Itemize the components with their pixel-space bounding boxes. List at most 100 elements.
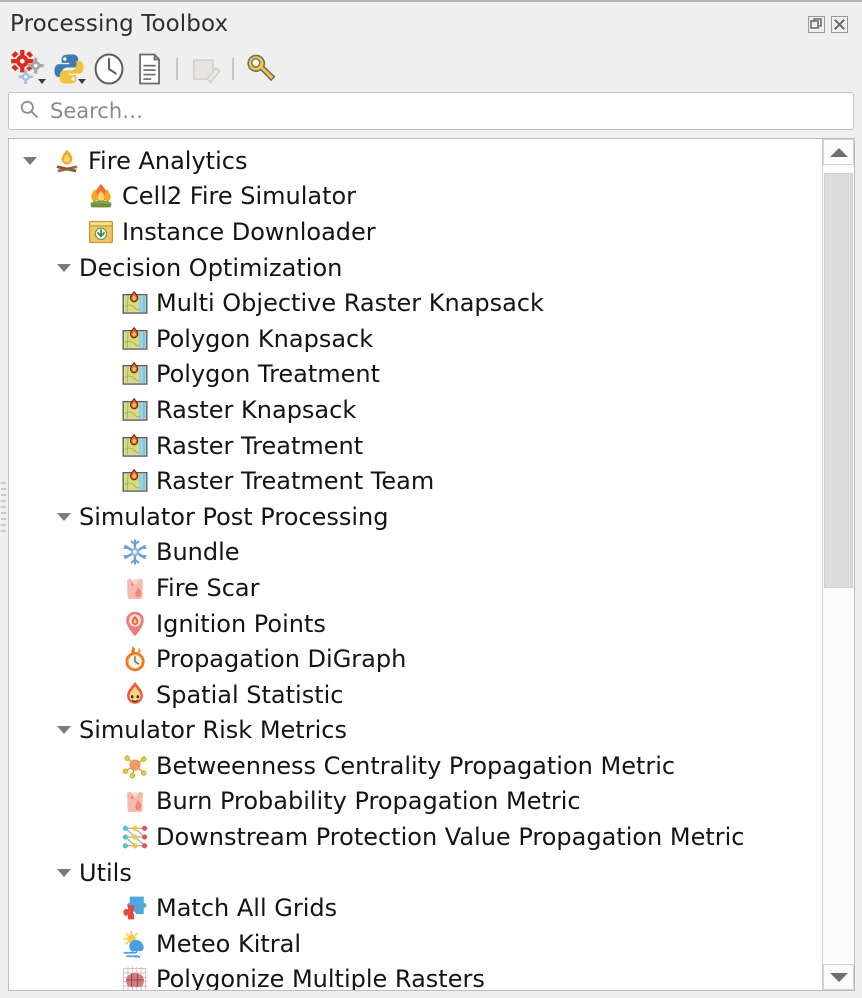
panel-titlebar: Processing Toolbox bbox=[0, 2, 862, 46]
tree-item-label: Simulator Risk Metrics bbox=[79, 716, 347, 745]
tree-item-label: Burn Probability Propagation Metric bbox=[156, 787, 581, 816]
tree-algorithm-row[interactable]: Polygonize Multiple Rasters bbox=[9, 962, 822, 990]
tree-item-label: Polygon Knapsack bbox=[156, 324, 374, 353]
tree-algorithm-row[interactable]: Multi Objective Raster Knapsack bbox=[9, 285, 822, 321]
tree-item-label: Meteo Kitral bbox=[156, 929, 302, 958]
tree-group-row[interactable]: Simulator Post Processing bbox=[9, 499, 822, 535]
tree-item-label: Match All Grids bbox=[156, 894, 338, 923]
fire-map-icon bbox=[121, 325, 149, 353]
tree-algorithm-row[interactable]: Polygon Treatment bbox=[9, 357, 822, 393]
search-icon bbox=[19, 99, 39, 123]
tree-algorithm-row[interactable]: Fire Scar bbox=[9, 570, 822, 606]
tree-algorithm-row[interactable]: Propagation DiGraph bbox=[9, 641, 822, 677]
fire-map-icon bbox=[121, 396, 149, 424]
chevron-down-icon[interactable] bbox=[23, 156, 37, 165]
chevron-down-icon[interactable] bbox=[57, 868, 71, 877]
tree-group-row[interactable]: Decision Optimization bbox=[9, 250, 822, 286]
campfire-icon bbox=[53, 147, 81, 175]
scroll-down-arrow[interactable] bbox=[823, 964, 854, 990]
processing-toolbox-panel: Processing Toolbox Search… Fire Analytic… bbox=[0, 0, 862, 998]
close-icon[interactable] bbox=[831, 15, 848, 33]
fire-face-icon bbox=[121, 681, 149, 709]
separator-2 bbox=[232, 58, 234, 80]
tree-group-row[interactable]: Utils bbox=[9, 855, 822, 891]
tree-algorithm-row[interactable]: Raster Treatment bbox=[9, 428, 822, 464]
panel-resize-handle[interactable] bbox=[1, 482, 6, 534]
titlebar-buttons bbox=[808, 15, 854, 33]
tree-item-label: Spatial Statistic bbox=[156, 680, 344, 709]
tree-algorithm-row[interactable]: Meteo Kitral bbox=[9, 926, 822, 962]
scroll-up-arrow[interactable] bbox=[823, 139, 854, 165]
tree-algorithm-row[interactable]: Polygon Knapsack bbox=[9, 321, 822, 357]
ignition-pin-icon bbox=[121, 610, 149, 638]
fire-map-icon bbox=[121, 360, 149, 388]
chevron-down-icon[interactable] bbox=[57, 726, 71, 735]
network-graph-icon bbox=[121, 823, 149, 851]
tree-group-row[interactable]: Simulator Risk Metrics bbox=[9, 713, 822, 749]
tree-item-label: Fire Scar bbox=[156, 573, 260, 602]
tree-item-label: Multi Objective Raster Knapsack bbox=[156, 289, 544, 318]
tree-item-label: Decision Optimization bbox=[79, 253, 343, 282]
edit-model-button[interactable] bbox=[186, 51, 224, 87]
tree-algorithm-row[interactable]: Ignition Points bbox=[9, 606, 822, 642]
toolbar bbox=[0, 46, 862, 92]
tree-item-label: Polygonize Multiple Rasters bbox=[156, 965, 485, 990]
weather-icon bbox=[121, 930, 149, 958]
tree-algorithm-row[interactable]: Match All Grids bbox=[9, 890, 822, 926]
search-input[interactable] bbox=[48, 98, 843, 124]
tree-algorithm-row[interactable]: Cell2 Fire Simulator bbox=[9, 179, 822, 215]
fire-clock-icon bbox=[121, 645, 149, 673]
fire-map-icon bbox=[121, 432, 149, 460]
history-button[interactable] bbox=[90, 51, 128, 87]
tree-item-label: Raster Treatment bbox=[156, 431, 364, 460]
tree-algorithm-row[interactable]: Betweenness Centrality Propagation Metri… bbox=[9, 748, 822, 784]
models-button[interactable] bbox=[10, 50, 48, 87]
tree-item-label: Ignition Points bbox=[156, 609, 326, 638]
puzzle-icon bbox=[121, 894, 149, 922]
tree-algorithm-row[interactable]: Burn Probability Propagation Metric bbox=[9, 784, 822, 820]
tree-item-label: Propagation DiGraph bbox=[156, 645, 407, 674]
float-icon[interactable] bbox=[808, 15, 825, 33]
fire-map-icon bbox=[121, 467, 149, 495]
scrollbar-thumb[interactable] bbox=[824, 172, 853, 589]
tree-algorithm-row[interactable]: Bundle bbox=[9, 535, 822, 571]
fire-scar-icon bbox=[121, 787, 149, 815]
page-title: Processing Toolbox bbox=[10, 11, 229, 37]
tree-item-label: Fire Analytics bbox=[88, 146, 248, 175]
grid-mesh-icon bbox=[121, 965, 149, 990]
toolbox-tree: Fire Analytics Cell2 Fire Simulator Instan… bbox=[9, 139, 822, 990]
fire-scar-icon bbox=[121, 574, 149, 602]
tree-item-label: Raster Treatment Team bbox=[156, 467, 435, 496]
tree-item-label: Raster Knapsack bbox=[156, 395, 357, 424]
tree-item-label: Bundle bbox=[156, 538, 240, 567]
chevron-down-icon[interactable] bbox=[57, 512, 71, 521]
chevron-down-icon bbox=[78, 79, 86, 84]
search-box[interactable] bbox=[8, 92, 854, 130]
tree-algorithm-row[interactable]: Raster Treatment Team bbox=[9, 463, 822, 499]
tree-item-label: Simulator Post Processing bbox=[79, 502, 389, 531]
log-button[interactable] bbox=[130, 51, 168, 87]
tree-algorithm-row[interactable]: Downstream Protection Value Propagation … bbox=[9, 819, 822, 855]
options-button[interactable] bbox=[242, 51, 280, 87]
tree-item-label: Instance Downloader bbox=[122, 217, 376, 246]
tree-algorithm-row[interactable]: Instance Downloader bbox=[9, 214, 822, 250]
tree-item-label: Polygon Treatment bbox=[156, 360, 381, 389]
tree-item-label: Utils bbox=[79, 858, 132, 887]
fire-map-icon bbox=[121, 289, 149, 317]
scrollbar-track[interactable] bbox=[823, 165, 854, 964]
chevron-down-icon[interactable] bbox=[57, 263, 71, 272]
toolbox-tree-container: Fire Analytics Cell2 Fire Simulator Instan… bbox=[8, 138, 855, 991]
tree-item-label: Downstream Protection Value Propagation … bbox=[156, 823, 745, 852]
search-area bbox=[0, 92, 862, 138]
tree-group-row[interactable]: Fire Analytics bbox=[9, 143, 822, 179]
tree-item-label: Cell2 Fire Simulator bbox=[122, 182, 357, 211]
separator-1 bbox=[176, 58, 178, 80]
download-box-icon bbox=[87, 218, 115, 246]
tree-algorithm-row[interactable]: Raster Knapsack bbox=[9, 392, 822, 428]
vertical-scrollbar[interactable] bbox=[822, 139, 854, 990]
scripts-button[interactable] bbox=[50, 51, 88, 87]
snowflake-icon bbox=[121, 538, 149, 566]
fire-icon bbox=[87, 182, 115, 210]
tree-algorithm-row[interactable]: Spatial Statistic bbox=[9, 677, 822, 713]
chevron-down-icon bbox=[38, 79, 46, 84]
